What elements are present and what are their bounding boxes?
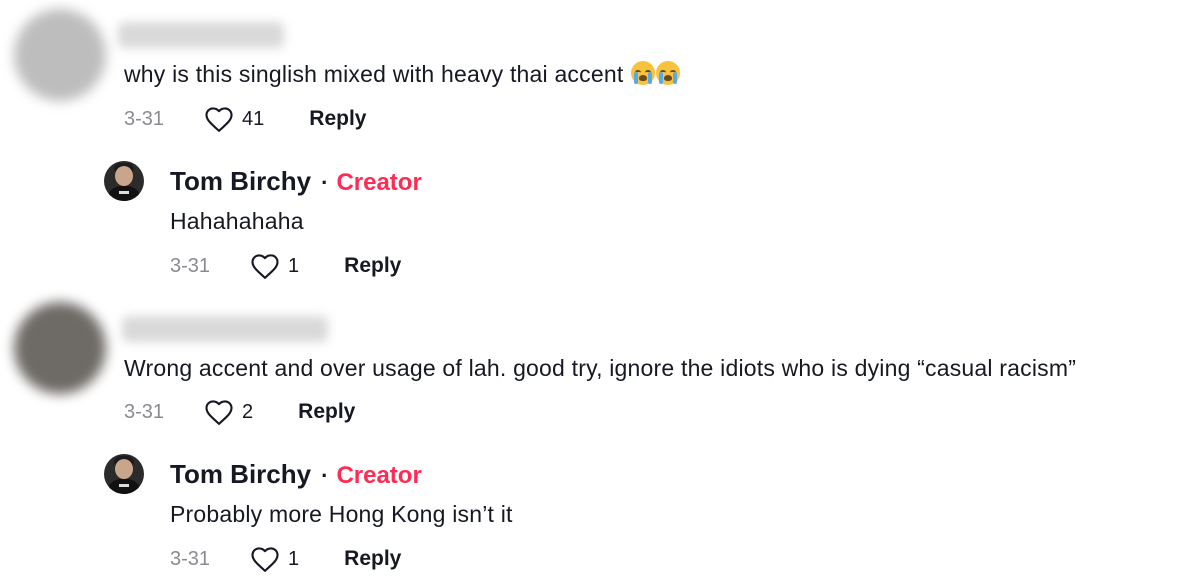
- like-button[interactable]: 41: [204, 105, 264, 133]
- heart-outline-icon: [251, 547, 279, 572]
- author-separator: ·: [321, 170, 329, 195]
- comment-date: 3-31: [170, 547, 211, 570]
- like-button[interactable]: 1: [250, 252, 299, 280]
- author-row: Tom Birchy · Creator: [170, 459, 422, 490]
- comment-date: 3-31: [170, 254, 211, 277]
- comment-meta: 3-31 1 Reply: [170, 544, 401, 574]
- comment-meta: 3-31 2 Reply: [124, 397, 355, 427]
- reply-button[interactable]: Reply: [309, 107, 366, 131]
- loudly-crying-face-emoji: [656, 61, 680, 85]
- avatar[interactable]: [14, 302, 106, 394]
- comment-text: Hahahahaha: [170, 208, 304, 234]
- comment-text: Probably more Hong Kong isn’t it: [170, 501, 513, 527]
- author-name[interactable]: Tom Birchy: [170, 459, 311, 490]
- creator-badge: Creator: [336, 462, 422, 489]
- loudly-crying-face-emoji: [631, 61, 655, 85]
- comment-date: 3-31: [124, 400, 165, 423]
- author-separator: ·: [321, 463, 329, 488]
- avatar[interactable]: [14, 9, 106, 101]
- comment-text: why is this singlish mixed with heavy th…: [124, 61, 680, 88]
- comment-meta: 3-31 1 Reply: [170, 251, 401, 281]
- like-count: 1: [288, 547, 300, 570]
- author-name[interactable]: Tom Birchy: [170, 166, 311, 197]
- comment-text-body: why is this singlish mixed with heavy th…: [124, 61, 624, 87]
- username-blurred[interactable]: [118, 22, 284, 48]
- like-button[interactable]: 1: [250, 545, 299, 573]
- heart-outline-icon: [205, 400, 233, 425]
- heart-outline-icon: [251, 254, 279, 279]
- avatar-shirt-logo: [119, 484, 129, 487]
- reply-button[interactable]: Reply: [298, 400, 355, 424]
- comment-date: 3-31: [124, 107, 165, 130]
- like-button[interactable]: 2: [204, 398, 253, 426]
- avatar-face: [115, 166, 133, 186]
- like-count: 2: [242, 400, 254, 423]
- creator-badge: Creator: [336, 169, 422, 196]
- avatar-shirt-logo: [119, 191, 129, 194]
- comment-meta: 3-31 41 Reply: [124, 104, 366, 134]
- reply-button[interactable]: Reply: [344, 254, 401, 278]
- reply-button[interactable]: Reply: [344, 547, 401, 571]
- avatar-face: [115, 459, 133, 479]
- heart-outline-icon: [205, 107, 233, 132]
- comment-text: Wrong accent and over usage of lah. good…: [124, 355, 1077, 381]
- author-row: Tom Birchy · Creator: [170, 166, 422, 197]
- username-blurred[interactable]: [122, 316, 328, 342]
- creator-avatar[interactable]: [104, 161, 144, 201]
- creator-avatar[interactable]: [104, 454, 144, 494]
- like-count: 1: [288, 254, 300, 277]
- like-count: 41: [242, 107, 265, 130]
